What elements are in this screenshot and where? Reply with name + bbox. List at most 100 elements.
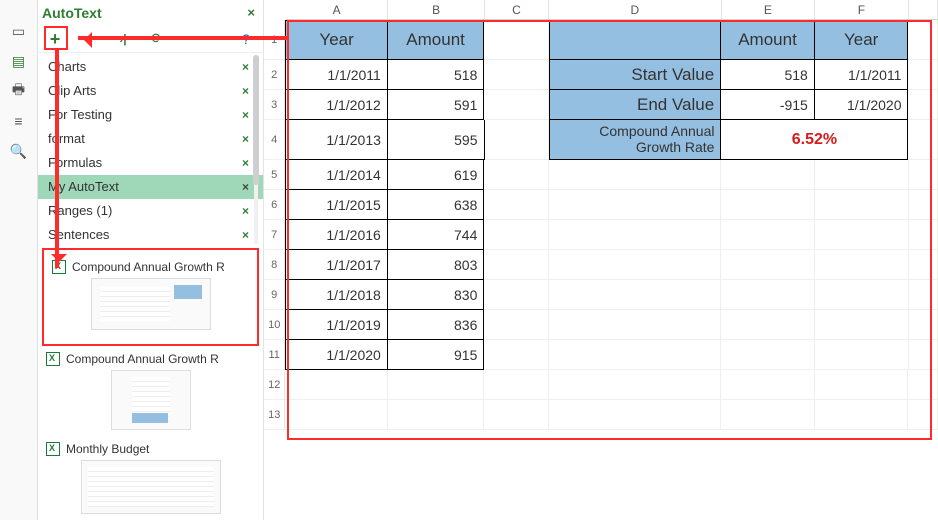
summary-value[interactable]: 1/1/2011: [815, 60, 909, 90]
category-delete-icon[interactable]: ×: [242, 60, 249, 74]
add-button[interactable]: +: [46, 30, 64, 48]
cell[interactable]: 803: [388, 250, 485, 280]
cell[interactable]: 1/1/2016: [285, 220, 387, 250]
summary-label[interactable]: End Value: [549, 90, 721, 120]
cell[interactable]: [484, 340, 549, 370]
summary-value[interactable]: -915: [721, 90, 815, 120]
row-number[interactable]: 13: [264, 400, 285, 430]
category-item[interactable]: Ranges (1)×: [38, 199, 263, 223]
cell[interactable]: 619: [388, 160, 485, 190]
cell[interactable]: [549, 400, 721, 430]
cell[interactable]: [815, 160, 909, 190]
cell[interactable]: [721, 340, 815, 370]
cell[interactable]: [815, 310, 909, 340]
cell[interactable]: [909, 160, 938, 190]
cell[interactable]: [484, 90, 548, 120]
row-number[interactable]: 2: [264, 60, 285, 90]
category-delete-icon[interactable]: ×: [242, 204, 249, 218]
header-cell[interactable]: [549, 20, 721, 60]
binoculars-icon[interactable]: 🔍: [8, 142, 30, 160]
cell[interactable]: [909, 340, 938, 370]
cell[interactable]: [484, 60, 548, 90]
col-header[interactable]: A: [286, 0, 388, 19]
header-cell[interactable]: Year: [285, 20, 387, 60]
cell[interactable]: [721, 310, 815, 340]
cell[interactable]: [484, 20, 548, 60]
expand-icon[interactable]: ↔: [80, 30, 98, 48]
cell[interactable]: [815, 220, 909, 250]
summary-label[interactable]: Compound AnnualGrowth Rate: [549, 120, 721, 160]
close-icon[interactable]: ×: [247, 5, 255, 20]
cell[interactable]: 638: [388, 190, 485, 220]
cell[interactable]: [484, 250, 549, 280]
cell[interactable]: 1/1/2018: [285, 280, 387, 310]
col-header[interactable]: E: [722, 0, 816, 19]
cell[interactable]: [388, 370, 485, 400]
cell[interactable]: 595: [388, 120, 485, 160]
cell[interactable]: [721, 190, 815, 220]
col-header[interactable]: F: [815, 0, 909, 19]
cell[interactable]: 1/1/2015: [285, 190, 387, 220]
cell[interactable]: [484, 280, 549, 310]
category-delete-icon[interactable]: ×: [242, 132, 249, 146]
autotext-entry[interactable]: Monthly Budget: [46, 436, 255, 520]
cell[interactable]: [549, 280, 721, 310]
col-header[interactable]: D: [549, 0, 721, 19]
cell[interactable]: [815, 370, 909, 400]
cell[interactable]: 1/1/2017: [285, 250, 387, 280]
cell[interactable]: [285, 400, 387, 430]
autotext-entry[interactable]: Compound Annual Growth R: [52, 258, 249, 336]
summary-value[interactable]: 518: [721, 60, 815, 90]
cell[interactable]: [909, 310, 938, 340]
cell[interactable]: [388, 400, 485, 430]
cell[interactable]: [721, 160, 815, 190]
category-scrollbar[interactable]: [251, 55, 261, 244]
header-cell[interactable]: Year: [815, 20, 909, 60]
print-icon[interactable]: 🖶: [8, 82, 30, 100]
cell[interactable]: [721, 280, 815, 310]
row-number[interactable]: 5: [264, 160, 285, 190]
category-item[interactable]: Clip Arts×: [38, 79, 263, 103]
cell[interactable]: [549, 340, 721, 370]
cell[interactable]: [484, 310, 549, 340]
cell[interactable]: [721, 370, 815, 400]
row-number[interactable]: 7: [264, 220, 285, 250]
row-number[interactable]: 12: [264, 370, 285, 400]
category-item[interactable]: Charts×: [38, 55, 263, 79]
cell[interactable]: 915: [388, 340, 485, 370]
header-cell[interactable]: Amount: [388, 20, 485, 60]
cell[interactable]: [721, 250, 815, 280]
cell[interactable]: [484, 190, 549, 220]
cell[interactable]: 836: [388, 310, 485, 340]
next-icon[interactable]: ›|: [114, 30, 132, 48]
cell[interactable]: [721, 220, 815, 250]
summary-label[interactable]: Start Value: [549, 60, 721, 90]
cell[interactable]: [815, 340, 909, 370]
cell[interactable]: [549, 160, 721, 190]
cell[interactable]: [815, 400, 909, 430]
row-number[interactable]: 4: [264, 120, 285, 160]
cell[interactable]: [549, 220, 721, 250]
header-cell[interactable]: Amount: [721, 20, 815, 60]
category-delete-icon[interactable]: ×: [242, 228, 249, 242]
cell[interactable]: 1/1/2020: [285, 340, 387, 370]
row-number[interactable]: 3: [264, 90, 285, 120]
cell[interactable]: [815, 280, 909, 310]
help-icon[interactable]: ?: [237, 30, 255, 48]
cell[interactable]: 1/1/2012: [285, 90, 387, 120]
cell[interactable]: 1/1/2019: [285, 310, 387, 340]
category-item[interactable]: Formulas×: [38, 151, 263, 175]
row-number[interactable]: 9: [264, 280, 285, 310]
autotext-entry[interactable]: Compound Annual Growth R: [46, 346, 255, 436]
cell[interactable]: [549, 370, 721, 400]
row-number[interactable]: 8: [264, 250, 285, 280]
cell[interactable]: [909, 250, 938, 280]
cell[interactable]: [484, 220, 549, 250]
row-number[interactable]: 1: [264, 20, 285, 60]
summary-value[interactable]: 1/1/2020: [815, 90, 909, 120]
cell[interactable]: [721, 400, 815, 430]
spreadsheet[interactable]: A B C D E F 1YearAmountAmountYear21/1/20…: [264, 0, 938, 520]
cell[interactable]: [909, 190, 938, 220]
cell[interactable]: 1/1/2014: [285, 160, 387, 190]
cell[interactable]: 1/1/2011: [285, 60, 387, 90]
